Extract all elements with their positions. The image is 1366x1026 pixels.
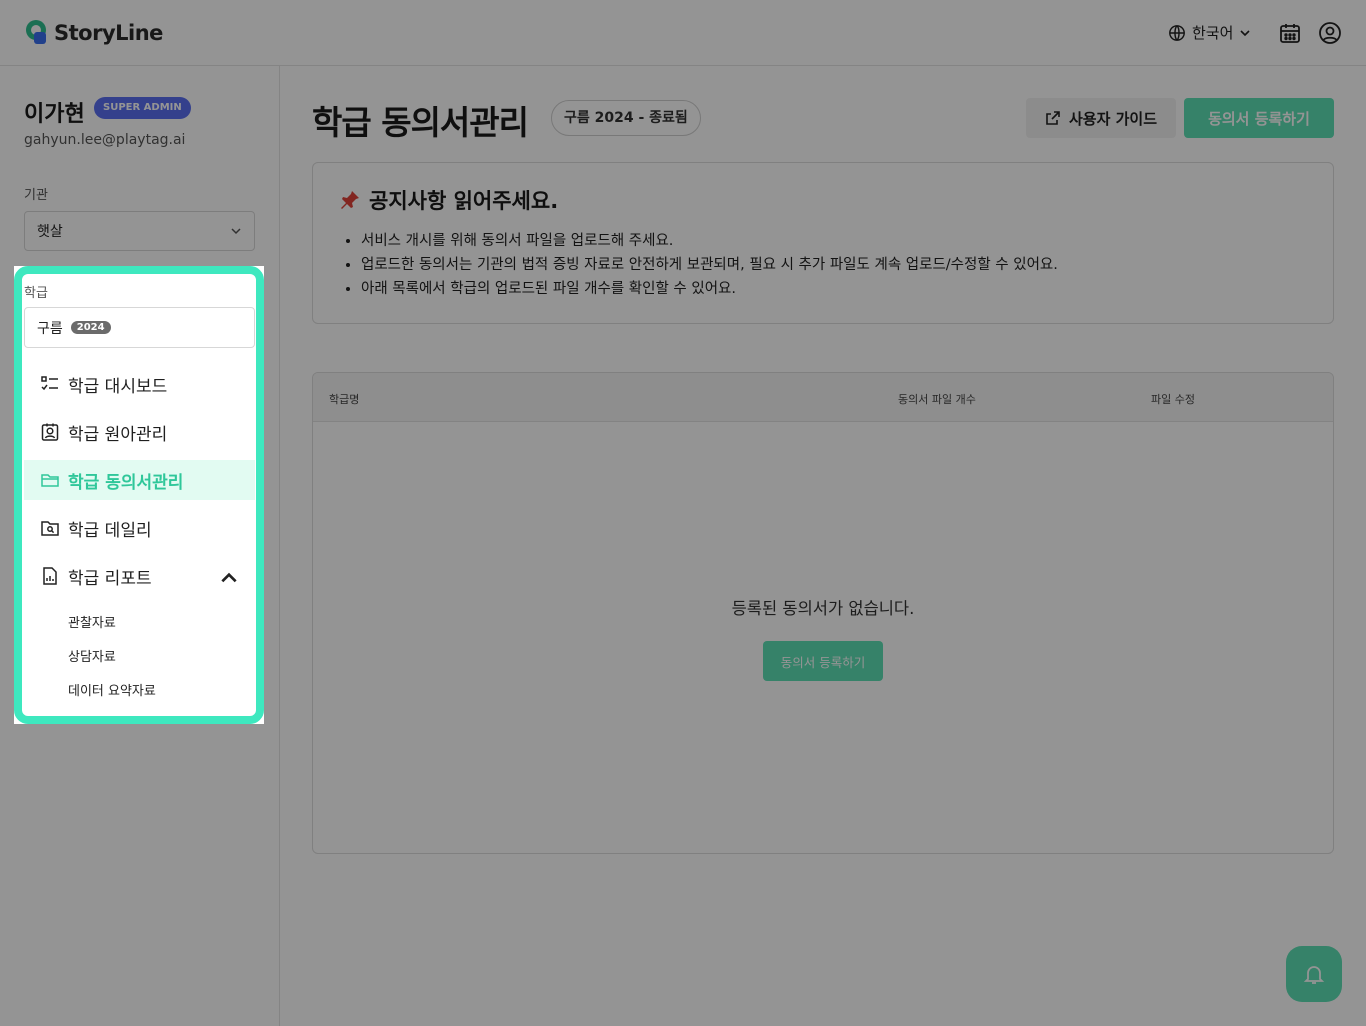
table-header: 학급명 동의서 파일 개수 파일 수정 (313, 373, 1333, 422)
nav-report-counseling[interactable]: 상담자료 (68, 646, 116, 665)
user-guide-button[interactable]: 사용자 가이드 (1026, 98, 1176, 138)
org-select[interactable]: 햇살 (24, 211, 255, 251)
nav-class-consent[interactable]: 학급 동의서관리 (24, 460, 255, 500)
column-header-file-edit: 파일 수정 (1151, 393, 1195, 406)
term-status-chip: 구름 2024 - 종료됨 (551, 100, 701, 136)
column-header-class-name: 학급명 (329, 393, 360, 406)
calendar-icon[interactable] (1278, 21, 1302, 45)
nav-class-children[interactable]: 학급 원아관리 (24, 412, 255, 452)
contact-card-icon (41, 423, 59, 441)
nav-label: 학급 리포트 (68, 568, 152, 589)
notice-title: 공지사항 읽어주세요. (339, 185, 558, 215)
language-selector[interactable]: 한국어 (1168, 22, 1251, 43)
consent-table: 학급명 동의서 파일 개수 파일 수정 등록된 동의서가 없습니다. 동의서 등… (312, 372, 1334, 854)
nav-label: 학급 원아관리 (68, 424, 168, 445)
org-value: 햇살 (37, 224, 63, 240)
chevron-down-icon (1240, 29, 1250, 36)
notice-item: 업로드한 동의서는 기관의 법적 증빙 자료로 안전하게 보관되며, 필요 시 … (361, 253, 1058, 277)
checklist-icon (41, 376, 58, 391)
notice-item: 서비스 개시를 위해 동의서 파일을 업로드해 주세요. (361, 229, 1058, 253)
logo-icon (26, 20, 46, 44)
nav-class-daily[interactable]: 학급 데일리 (24, 508, 255, 548)
external-link-icon (1046, 111, 1060, 125)
user-name: 이가현 (24, 102, 85, 127)
folder-search-icon (41, 521, 59, 536)
nav-label: 학급 대시보드 (68, 376, 168, 397)
class-label: 학급 (24, 286, 48, 301)
empty-state-text: 등록된 동의서가 없습니다. (731, 599, 915, 618)
pushpin-icon (341, 191, 359, 209)
nav-class-dashboard[interactable]: 학급 대시보드 (24, 364, 255, 404)
org-label: 기관 (24, 188, 48, 203)
notification-button[interactable] (1286, 946, 1342, 1002)
user-profile-icon[interactable] (1318, 21, 1342, 45)
class-year-badge: 2024 (70, 321, 111, 334)
chevron-down-icon (231, 228, 241, 235)
globe-icon (1169, 24, 1185, 41)
folder-icon (41, 474, 59, 487)
notice-box: 공지사항 읽어주세요. 서비스 개시를 위해 동의서 파일을 업로드해 주세요.… (312, 162, 1334, 324)
top-header: StoryLine 한국어 (0, 0, 1366, 66)
user-email: gahyun.lee@playtag.ai (24, 132, 186, 148)
user-guide-label: 사용자 가이드 (1068, 109, 1158, 128)
nav-report-observation[interactable]: 관찰자료 (68, 612, 116, 631)
notice-list: 서비스 개시를 위해 동의서 파일을 업로드해 주세요. 업로드한 동의서는 기… (361, 229, 1058, 301)
app-name: StoryLine (54, 21, 163, 45)
nav-label: 학급 데일리 (68, 520, 152, 541)
language-label: 한국어 (1192, 24, 1234, 42)
class-select[interactable]: 구름 2024 (24, 307, 255, 348)
register-consent-button[interactable]: 동의서 등록하기 (1184, 98, 1334, 138)
app-logo[interactable]: StoryLine (24, 18, 163, 48)
nav-class-report[interactable]: 학급 리포트 (24, 556, 255, 596)
notice-item: 아래 목록에서 학급의 업로드된 파일 개수를 확인할 수 있어요. (361, 277, 1058, 301)
empty-state-register-button[interactable]: 동의서 등록하기 (763, 641, 883, 681)
class-value: 구름 (37, 320, 63, 337)
page-title: 학급 동의서관리 (312, 103, 529, 142)
role-badge: SUPER ADMIN (94, 97, 191, 119)
notice-title-text: 공지사항 읽어주세요. (369, 189, 559, 213)
bell-icon (1303, 966, 1325, 984)
chevron-up-icon[interactable] (219, 568, 239, 588)
nav-report-data-summary[interactable]: 데이터 요약자료 (68, 680, 156, 699)
column-header-file-count: 동의서 파일 개수 (898, 393, 976, 406)
report-chart-icon (43, 567, 57, 585)
nav-label: 학급 동의서관리 (68, 472, 184, 493)
